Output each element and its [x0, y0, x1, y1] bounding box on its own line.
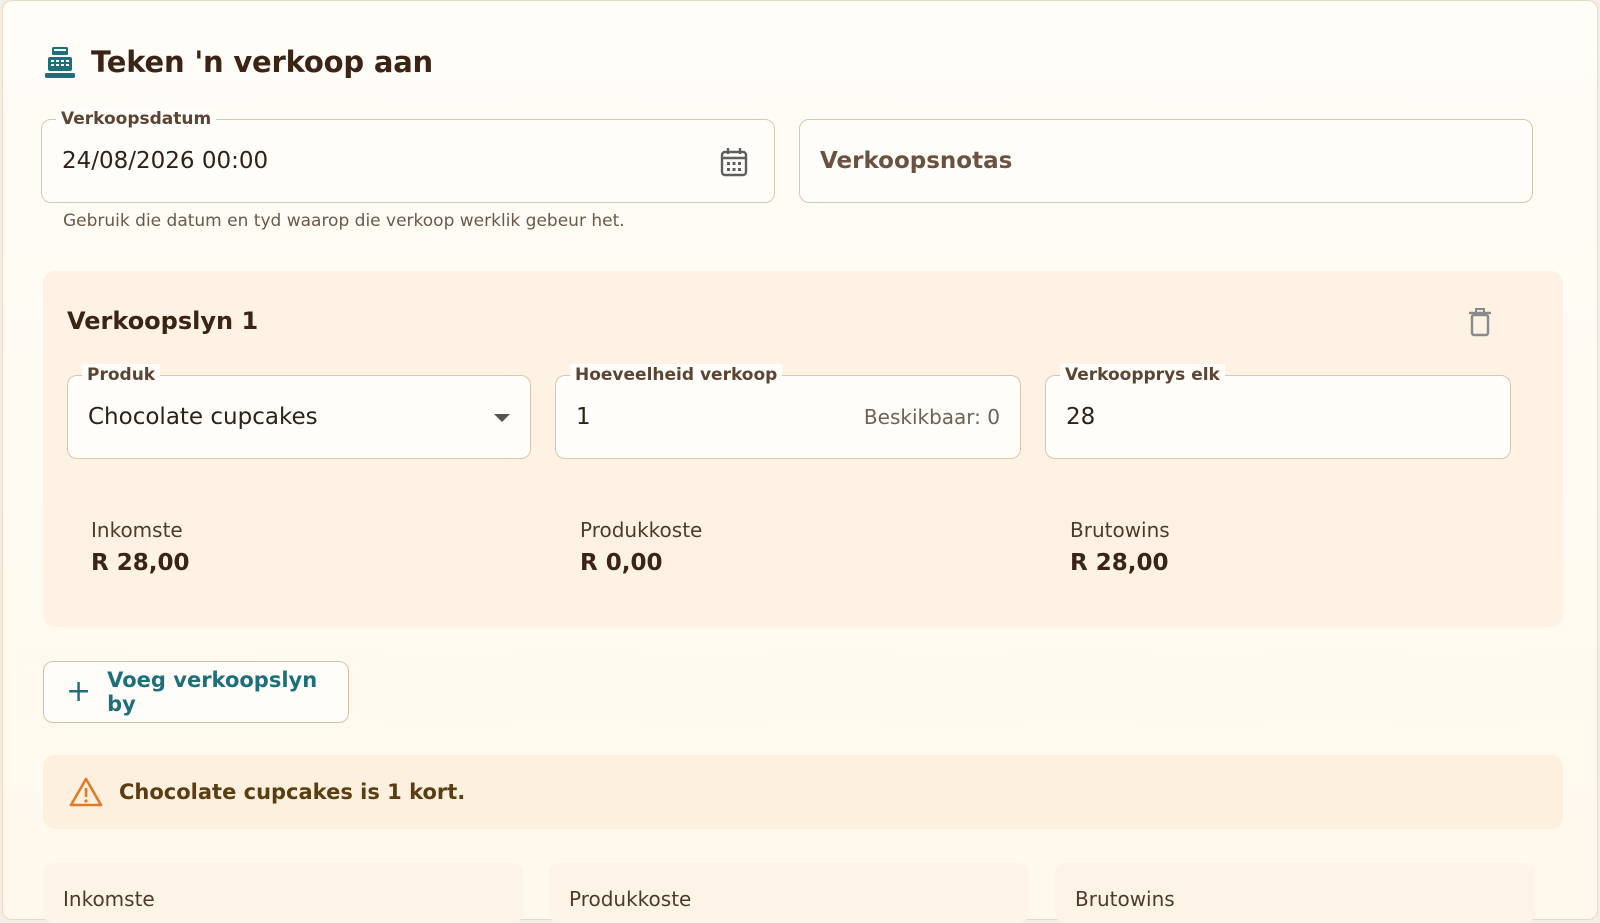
- quantity-label: Hoeveelheid verkoop: [570, 364, 783, 386]
- add-sale-line-label: Voeg verkoopslyn by: [107, 668, 318, 716]
- price-field[interactable]: Verkoopprys elk 28: [1045, 364, 1511, 459]
- price-value: 28: [1066, 404, 1096, 430]
- price-label: Verkoopprys elk: [1060, 364, 1225, 386]
- calendar-icon[interactable]: [720, 146, 748, 178]
- cash-register-icon: [45, 47, 75, 78]
- quantity-value: 1: [576, 404, 591, 430]
- summary-profit-label: Brutowins: [1075, 887, 1175, 911]
- summary-income-label: Inkomste: [63, 887, 155, 911]
- profit-label: Brutowins: [1070, 518, 1170, 542]
- summary-income-tile: Inkomste: [43, 863, 523, 923]
- record-sale-card: Teken 'n verkoop aan Verkoopsdatum 24/08…: [2, 0, 1598, 923]
- notes-placeholder: Verkoopsnotas: [820, 148, 1013, 174]
- profit-value: R 28,00: [1070, 550, 1169, 576]
- page-header: Teken 'n verkoop aan: [43, 45, 433, 79]
- warning-icon: [69, 777, 103, 807]
- stock-warning: Chocolate cupcakes is 1 kort.: [43, 755, 1563, 829]
- sale-date-helper: Gebruik die datum en tyd waarop die verk…: [63, 211, 625, 231]
- sale-date-field[interactable]: Verkoopsdatum 24/08/2026 00:00: [41, 108, 775, 203]
- summary-profit-tile: Brutowins: [1055, 863, 1535, 923]
- product-label: Produk: [82, 364, 161, 386]
- notes-field[interactable]: Verkoopsnotas: [799, 119, 1533, 203]
- product-value: Chocolate cupcakes: [88, 404, 318, 430]
- metric-income: Inkomste R 28,00: [91, 518, 189, 576]
- page-title: Teken 'n verkoop aan: [91, 45, 434, 79]
- income-value: R 28,00: [91, 550, 190, 576]
- available-stock: Beskikbaar: 0: [863, 405, 1000, 429]
- plus-icon: +: [66, 674, 92, 709]
- sale-date-label: Verkoopsdatum: [56, 108, 217, 130]
- metric-profit: Brutowins R 28,00: [1070, 518, 1170, 576]
- add-sale-line-button[interactable]: + Voeg verkoopslyn by: [43, 661, 349, 723]
- chevron-down-icon[interactable]: [494, 414, 510, 424]
- sale-line-panel: Verkoopslyn 1 Produk Chocolate cupcakes …: [43, 271, 1563, 627]
- summary-cost-tile: Produkkoste: [549, 863, 1029, 923]
- sale-line-title: Verkoopslyn 1: [67, 307, 259, 335]
- quantity-field[interactable]: Hoeveelheid verkoop 1 Beskikbaar: 0: [555, 364, 1021, 459]
- summary-cost-label: Produkkoste: [569, 887, 692, 911]
- product-select[interactable]: Produk Chocolate cupcakes: [67, 364, 531, 459]
- metric-cost: Produkkoste R 0,00: [580, 518, 702, 576]
- trash-icon[interactable]: [1467, 307, 1493, 337]
- income-label: Inkomste: [91, 518, 183, 542]
- cost-value: R 0,00: [580, 550, 663, 576]
- warning-text: Chocolate cupcakes is 1 kort.: [119, 780, 466, 804]
- cost-label: Produkkoste: [580, 518, 703, 542]
- sale-date-value: 24/08/2026 00:00: [62, 148, 269, 174]
